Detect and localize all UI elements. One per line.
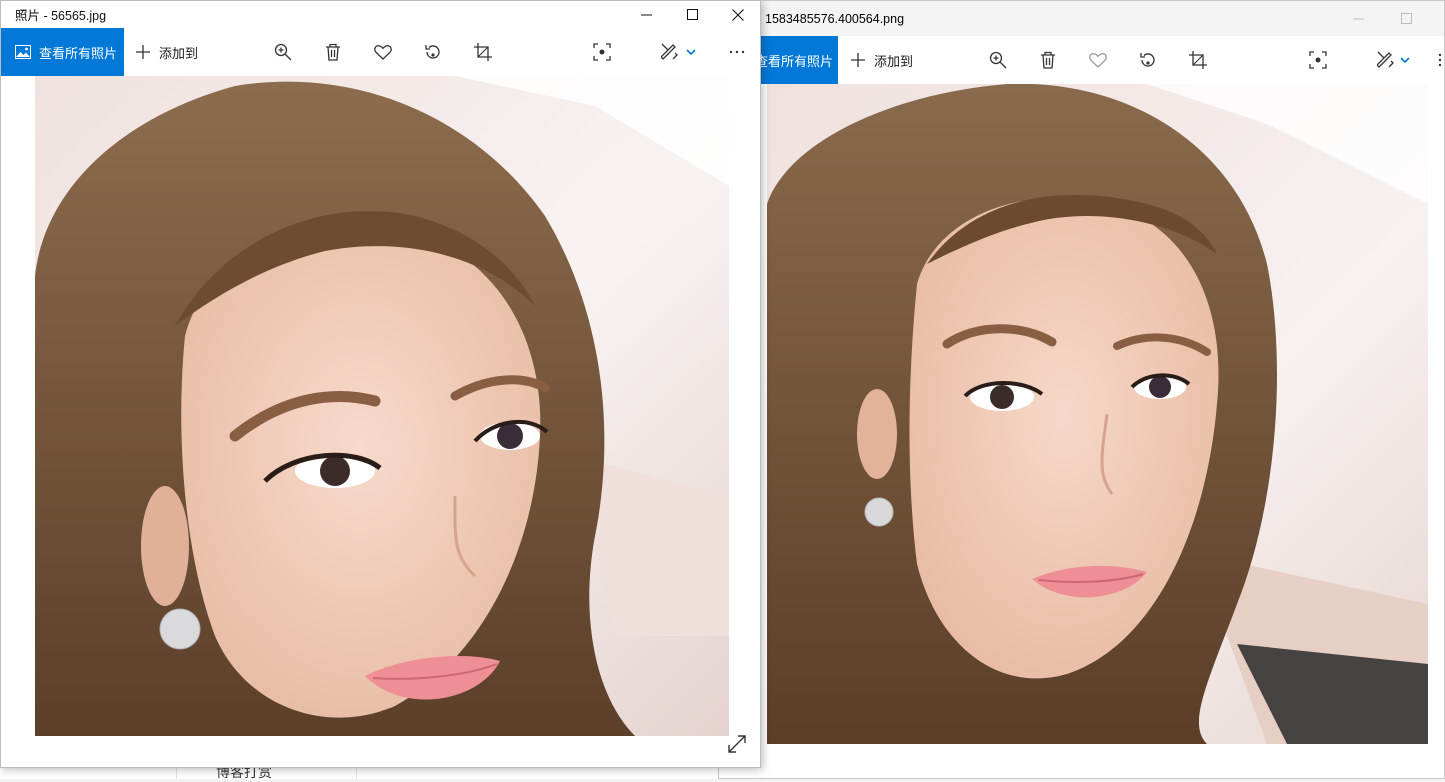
rotate-icon[interactable] bbox=[1136, 48, 1160, 72]
photo-image[interactable] bbox=[35, 76, 729, 736]
see-all-photos-label: 查看所有照片 bbox=[755, 53, 834, 69]
toolbar: 查看所有照片 添加到 bbox=[719, 36, 1444, 84]
window-title: 1583485576.400564.png bbox=[765, 12, 905, 26]
see-all-photos-label: 查看所有照片 bbox=[39, 45, 118, 61]
delete-icon[interactable] bbox=[1036, 48, 1060, 72]
minimize-button[interactable] bbox=[623, 1, 669, 28]
maximize-icon bbox=[1400, 13, 1412, 24]
crop-icon[interactable] bbox=[1186, 48, 1210, 72]
photos-window-right: 1583485576.400564.png 查看所有照片 添加到 bbox=[718, 0, 1445, 779]
maximize-button[interactable] bbox=[669, 1, 715, 28]
more-icon[interactable] bbox=[725, 40, 749, 64]
chevron-down-icon[interactable] bbox=[1397, 48, 1413, 72]
see-all-photos-button[interactable]: 查看所有照片 bbox=[1, 28, 124, 76]
visual-search-icon[interactable] bbox=[1306, 48, 1330, 72]
picture-icon bbox=[15, 45, 31, 59]
photo-viewport bbox=[1, 76, 760, 767]
favorite-icon[interactable] bbox=[1086, 48, 1110, 72]
minimize-icon bbox=[640, 14, 652, 16]
title-bar[interactable]: 1583485576.400564.png bbox=[719, 1, 1444, 36]
plus-icon bbox=[136, 45, 150, 59]
close-icon bbox=[732, 8, 744, 21]
more-icon[interactable] bbox=[1434, 48, 1444, 72]
favorite-icon[interactable] bbox=[371, 40, 395, 64]
photos-window-left: 照片 - 56565.jpg 查看所有照片 添加到 bbox=[0, 0, 761, 768]
edit-create-icon[interactable] bbox=[658, 40, 682, 64]
add-to-button[interactable]: 添加到 bbox=[850, 36, 913, 84]
title-bar[interactable]: 照片 - 56565.jpg bbox=[1, 1, 760, 28]
plus-icon bbox=[851, 53, 865, 67]
zoom-in-icon[interactable] bbox=[986, 48, 1010, 72]
fullscreen-icon[interactable] bbox=[725, 732, 749, 756]
add-to-button[interactable]: 添加到 bbox=[135, 28, 198, 76]
rotate-icon[interactable] bbox=[421, 40, 445, 64]
window-title: 照片 - 56565.jpg bbox=[15, 9, 107, 23]
zoom-in-icon[interactable] bbox=[271, 40, 295, 64]
minimize-icon bbox=[1352, 18, 1364, 20]
visual-search-icon[interactable] bbox=[590, 40, 614, 64]
delete-icon[interactable] bbox=[321, 40, 345, 64]
minimize-button[interactable] bbox=[1335, 5, 1381, 32]
close-button[interactable] bbox=[715, 1, 760, 28]
add-to-label: 添加到 bbox=[874, 53, 914, 69]
crop-icon[interactable] bbox=[471, 40, 495, 64]
maximize-icon bbox=[686, 9, 698, 20]
toolbar: 查看所有照片 添加到 bbox=[1, 28, 760, 76]
add-to-label: 添加到 bbox=[159, 45, 199, 61]
chevron-down-icon[interactable] bbox=[683, 40, 699, 64]
photo-image[interactable] bbox=[767, 84, 1428, 744]
edit-create-icon[interactable] bbox=[1374, 48, 1398, 72]
photo-viewport bbox=[719, 84, 1444, 778]
maximize-button[interactable] bbox=[1383, 5, 1429, 32]
